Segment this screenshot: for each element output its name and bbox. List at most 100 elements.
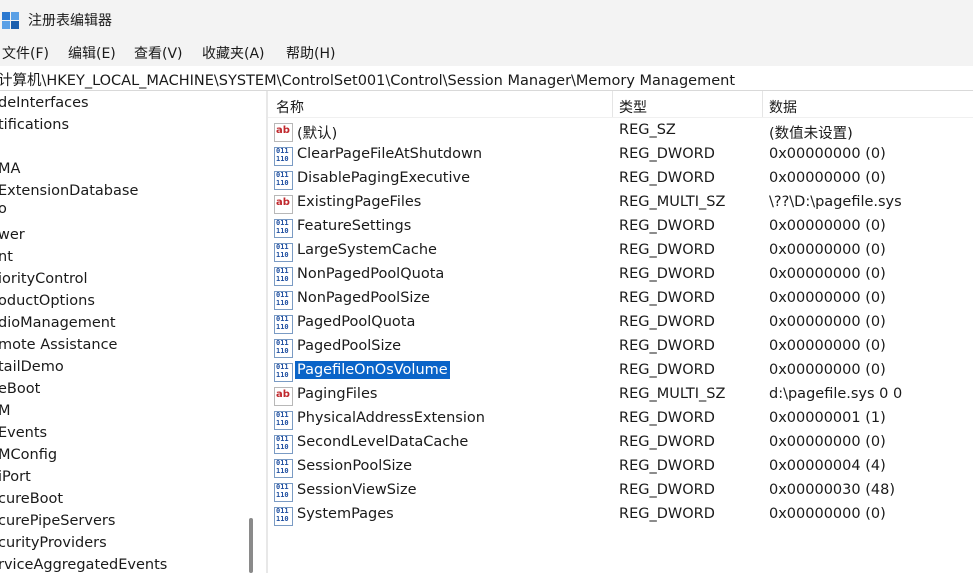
tree-item[interactable]: wer [0, 227, 25, 243]
binary-value-icon: 011 110 [274, 507, 293, 526]
value-name[interactable]: PagedPoolQuota [295, 313, 417, 331]
value-name[interactable]: PagefileOnOsVolume [294, 360, 451, 380]
address-path[interactable]: 计算机\HKEY_LOCAL_MACHINE\SYSTEM\ControlSet… [0, 69, 735, 90]
table-row[interactable]: ab PagingFiles REG_MULTI_SZ d:\pagefile.… [268, 383, 973, 407]
value-type: REG_DWORD [619, 434, 715, 450]
value-name[interactable]: SystemPages [295, 505, 396, 523]
column-divider[interactable] [612, 91, 613, 117]
value-data: 0x00000000 (0) [769, 434, 886, 450]
binary-value-icon: 011 110 [274, 147, 293, 166]
value-name[interactable]: LargeSystemCache [295, 241, 439, 259]
value-type: REG_DWORD [619, 146, 715, 162]
tree-item[interactable]: deInterfaces [0, 95, 89, 111]
tree-item[interactable]: iorityControl [0, 271, 88, 287]
value-name[interactable]: NonPagedPoolQuota [295, 265, 446, 283]
value-name[interactable]: ExistingPageFiles [295, 193, 423, 211]
title-bar: 注册表编辑器 [0, 0, 973, 40]
tree-scroll-thumb[interactable] [249, 518, 253, 573]
tree-item[interactable]: MA [0, 161, 20, 177]
tree-item[interactable]: curePipeServers [0, 513, 115, 529]
menu-favorites[interactable]: 收藏夹(A) [202, 43, 265, 63]
tree-item[interactable]: curityProviders [0, 535, 107, 551]
value-data: 0x00000000 (0) [769, 338, 886, 354]
value-type: REG_DWORD [619, 266, 715, 282]
table-row[interactable]: 011 110 SystemPages REG_DWORD 0x00000000 … [268, 503, 973, 527]
tree-item[interactable]: nt [0, 249, 13, 265]
value-name[interactable]: FeatureSettings [295, 217, 413, 235]
table-row[interactable]: 011 110 SessionViewSize REG_DWORD 0x00000… [268, 479, 973, 503]
table-row[interactable]: ab (默认) REG_SZ (数值未设置) [268, 119, 973, 143]
registry-editor-icon [2, 12, 19, 29]
binary-value-icon: 011 110 [274, 315, 293, 334]
table-row[interactable]: 011 110 NonPagedPoolQuota REG_DWORD 0x000… [268, 263, 973, 287]
tree-item[interactable]: eBoot [0, 381, 40, 397]
value-type: REG_MULTI_SZ [619, 194, 726, 210]
tree-item[interactable]: oductOptions [0, 293, 95, 309]
column-header-type[interactable]: 类型 [619, 97, 647, 117]
table-row[interactable]: 011 110 PagefileOnOsVolume REG_DWORD 0x00… [268, 359, 973, 383]
column-header-data[interactable]: 数据 [769, 97, 797, 117]
window-title: 注册表编辑器 [28, 13, 112, 29]
table-row[interactable]: 011 110 ClearPageFileAtShutdown REG_DWORD… [268, 143, 973, 167]
value-data: 0x00000000 (0) [769, 218, 886, 234]
value-type: REG_MULTI_SZ [619, 386, 726, 402]
table-row[interactable]: 011 110 PagedPoolQuota REG_DWORD 0x000000… [268, 311, 973, 335]
table-row[interactable]: 011 110 SecondLevelDataCache REG_DWORD 0x… [268, 431, 973, 455]
menu-help[interactable]: 帮助(H) [286, 43, 335, 63]
tree-item[interactable]: M [0, 403, 11, 419]
value-type: REG_DWORD [619, 338, 715, 354]
binary-value-icon: 011 110 [274, 363, 293, 382]
table-row[interactable]: 011 110 PhysicalAddressExtension REG_DWOR… [268, 407, 973, 431]
value-name[interactable]: SessionViewSize [295, 481, 419, 499]
value-type: REG_DWORD [619, 290, 715, 306]
values-list: 名称 类型 数据 ab (默认) REG_SZ (数值未设置) 011 110 C… [268, 91, 973, 573]
binary-value-icon: 011 110 [274, 483, 293, 502]
table-row[interactable]: 011 110 FeatureSettings REG_DWORD 0x00000… [268, 215, 973, 239]
binary-value-icon: 011 110 [274, 411, 293, 430]
tree-item[interactable]: ExtensionDatabase [0, 183, 138, 199]
binary-value-icon: 011 110 [274, 459, 293, 478]
value-type: REG_DWORD [619, 314, 715, 330]
value-type: REG_DWORD [619, 170, 715, 186]
value-data: d:\pagefile.sys 0 0 [769, 386, 903, 402]
value-name[interactable]: SessionPoolSize [295, 457, 414, 475]
key-tree: deInterfaces tifications MA ExtensionDat… [0, 91, 244, 573]
value-name[interactable]: ClearPageFileAtShutdown [295, 145, 484, 163]
value-type: REG_DWORD [619, 410, 715, 426]
tree-item[interactable]: tifications [0, 117, 69, 133]
value-name[interactable]: SecondLevelDataCache [295, 433, 470, 451]
value-data: 0x00000004 (4) [769, 458, 886, 474]
table-row[interactable]: 011 110 DisablePagingExecutive REG_DWORD … [268, 167, 973, 191]
value-type: REG_DWORD [619, 362, 715, 378]
tree-item[interactable]: MConfig [0, 447, 57, 463]
tree-item[interactable]: iPort [0, 469, 31, 485]
value-name[interactable]: PagingFiles [295, 385, 379, 403]
tree-item[interactable]: tailDemo [0, 359, 64, 375]
value-name[interactable]: DisablePagingExecutive [295, 169, 472, 187]
binary-value-icon: 011 110 [274, 219, 293, 238]
table-row[interactable]: 011 110 PagedPoolSize REG_DWORD 0x0000000… [268, 335, 973, 359]
value-data: 0x00000000 (0) [769, 314, 886, 330]
table-row[interactable]: ab ExistingPageFiles REG_MULTI_SZ \??\D:… [268, 191, 973, 215]
menu-view[interactable]: 查看(V) [134, 43, 183, 63]
tree-scrollbar[interactable] [244, 91, 258, 573]
address-bar[interactable]: 计算机\HKEY_LOCAL_MACHINE\SYSTEM\ControlSet… [0, 66, 973, 91]
tree-item[interactable]: cureBoot [0, 491, 63, 507]
value-name[interactable]: (默认) [295, 121, 339, 144]
tree-item[interactable]: Events [0, 425, 47, 441]
column-header-name[interactable]: 名称 [276, 97, 304, 117]
table-row[interactable]: 011 110 NonPagedPoolSize REG_DWORD 0x0000… [268, 287, 973, 311]
value-name[interactable]: PhysicalAddressExtension [295, 409, 487, 427]
table-row[interactable]: 011 110 LargeSystemCache REG_DWORD 0x0000… [268, 239, 973, 263]
menu-file[interactable]: 文件(F) [2, 43, 49, 63]
value-name[interactable]: NonPagedPoolSize [295, 289, 432, 307]
value-name[interactable]: PagedPoolSize [295, 337, 403, 355]
tree-item[interactable]: o [0, 201, 7, 217]
table-row[interactable]: 011 110 SessionPoolSize REG_DWORD 0x00000… [268, 455, 973, 479]
value-data: 0x00000000 (0) [769, 506, 886, 522]
tree-item[interactable]: dioManagement [0, 315, 116, 331]
tree-item[interactable]: rviceAggregatedEvents [0, 557, 167, 573]
column-divider[interactable] [762, 91, 763, 117]
menu-edit[interactable]: 编辑(E) [68, 43, 116, 63]
tree-item[interactable]: mote Assistance [0, 337, 117, 353]
